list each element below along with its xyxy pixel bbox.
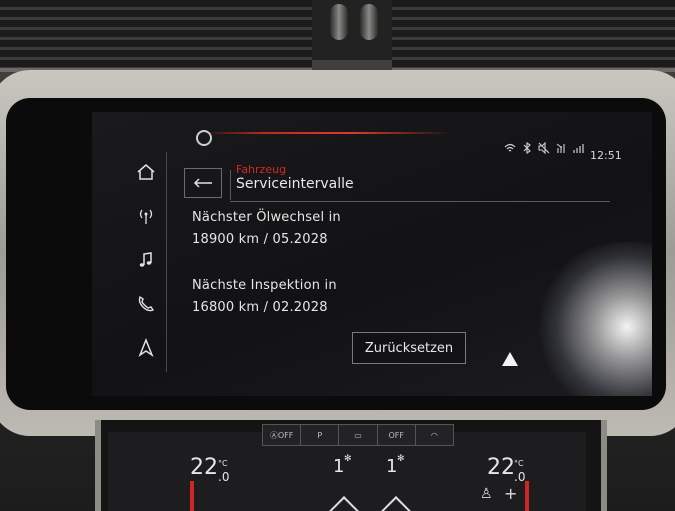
- nav-item-home[interactable]: [126, 154, 166, 194]
- header-rule: [230, 201, 610, 202]
- windshield-defrost-icon: ◠: [430, 430, 438, 440]
- antenna-icon: [136, 206, 156, 230]
- rear-defrost-icon: ▭: [354, 430, 362, 440]
- phone-icon: [136, 294, 156, 318]
- right-temp-unit: °C: [514, 459, 524, 468]
- car-interior-photo: 12:51 Fahrzeug Serviceintervalle Nächste…: [0, 0, 675, 511]
- mute-icon: [538, 141, 550, 157]
- climate-parking-button[interactable]: P: [301, 425, 340, 445]
- vent-knob-left[interactable]: [330, 4, 348, 40]
- nav-item-media[interactable]: [126, 242, 166, 282]
- breadcrumb[interactable]: Fahrzeug: [236, 163, 286, 176]
- status-clock: 12:51: [590, 149, 622, 162]
- music-note-icon: [136, 250, 156, 274]
- left-fan-icon: ✻: [344, 454, 352, 464]
- inspection-value: 16800 km / 02.2028: [192, 300, 328, 315]
- right-fan-icon: ✻: [397, 454, 405, 464]
- back-arrow-icon: [192, 174, 214, 193]
- climate-defrost-button[interactable]: ◠: [416, 425, 453, 445]
- light-glare: [532, 242, 652, 396]
- nav-item-radio[interactable]: [126, 198, 166, 238]
- seat-heating-icon[interactable]: ♙: [480, 486, 493, 502]
- plus-button[interactable]: +: [504, 484, 517, 503]
- climate-airflow-off-button[interactable]: OFF: [378, 425, 416, 445]
- auto-off-icon: Ⓐ: [269, 430, 278, 440]
- user-profile-icon[interactable]: [196, 130, 212, 146]
- oil-change-label: Nächster Ölwechsel in: [192, 210, 341, 225]
- right-temperature[interactable]: 22: [487, 455, 515, 480]
- inspection-label: Nächste Inspektion in: [192, 278, 337, 293]
- back-button[interactable]: [184, 168, 222, 198]
- scroll-up-arrow-icon[interactable]: [502, 352, 518, 366]
- air-vent-center: [312, 0, 392, 60]
- navigation-arrow-icon: [136, 337, 156, 362]
- network-icon: [573, 142, 585, 157]
- left-temp-slider[interactable]: [190, 481, 194, 511]
- nav-item-phone[interactable]: [126, 286, 166, 326]
- reset-button[interactable]: Zurücksetzen: [352, 332, 466, 364]
- status-accent-line: [202, 132, 452, 134]
- climate-auto-off-button[interactable]: Ⓐ OFF: [263, 425, 302, 445]
- climate-button-bar: Ⓐ OFF P ▭ OFF ◠: [262, 424, 454, 446]
- oil-change-value: 18900 km / 05.2028: [192, 232, 328, 247]
- climate-rear-defrost-button[interactable]: ▭: [339, 425, 378, 445]
- vent-knob-right[interactable]: [360, 4, 378, 40]
- right-temp-decimal: .0: [514, 470, 526, 484]
- house-icon: [136, 162, 156, 186]
- header-divider: [230, 170, 231, 200]
- nav-rail: [126, 152, 167, 372]
- right-temp-slider[interactable]: [525, 481, 529, 511]
- nav-item-navigation[interactable]: [126, 330, 166, 370]
- bluetooth-icon: [522, 141, 532, 157]
- left-fan-level[interactable]: 1: [333, 456, 344, 477]
- infotainment-screen: 12:51 Fahrzeug Serviceintervalle Nächste…: [92, 112, 652, 396]
- left-temperature[interactable]: 22: [190, 455, 218, 480]
- wifi-icon: [504, 142, 516, 157]
- air-vent-left: [0, 0, 312, 72]
- air-vent-right: [392, 0, 675, 72]
- status-bar: 12:51: [92, 112, 652, 162]
- right-fan-level[interactable]: 1: [386, 456, 397, 477]
- left-temp-decimal: .0: [218, 470, 230, 484]
- signal-icon: [556, 142, 568, 157]
- page-title: Serviceintervalle: [236, 176, 354, 192]
- left-temp-unit: °C: [218, 459, 228, 468]
